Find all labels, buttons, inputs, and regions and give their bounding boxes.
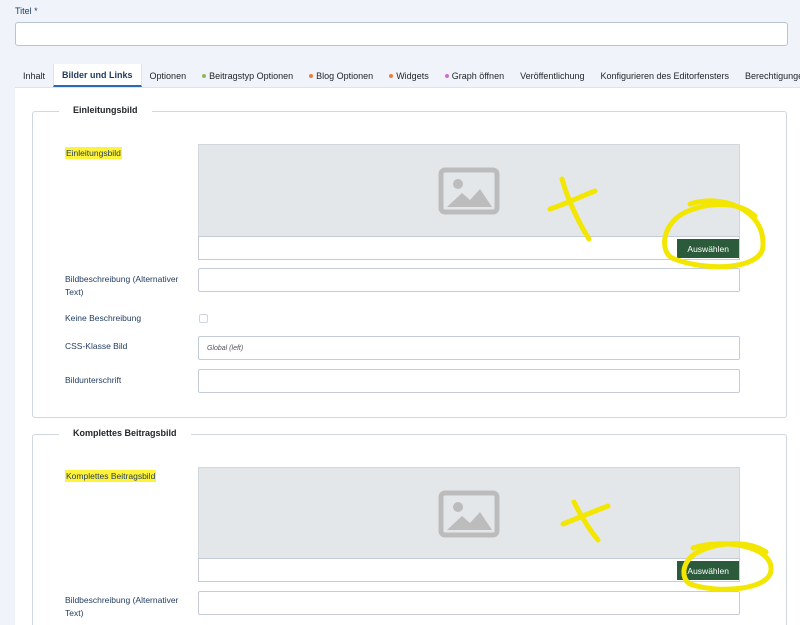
intro-no-desc-label: Keine Beschreibung: [65, 313, 142, 323]
tab-inhalt[interactable]: Inhalt: [15, 64, 53, 87]
tab-label: Widgets: [396, 70, 429, 81]
image-placeholder-icon: [438, 167, 500, 215]
tab-optionen[interactable]: Optionen: [142, 64, 195, 87]
tab-status-dot-icon: [309, 73, 314, 78]
tab-label: Blog Optionen: [316, 70, 374, 81]
tab-label: Graph öffnen: [451, 70, 505, 81]
tab-status-dot-icon: [444, 73, 449, 78]
tab-label: Optionen: [149, 70, 187, 81]
fieldset-full-image: Komplettes Beitragsbild Komplettes Beitr…: [32, 428, 787, 625]
tab-status-dot-icon: [389, 73, 394, 78]
intro-alt-label: Bildbeschreibung (Alternativer Text): [65, 274, 179, 297]
full-alt-input[interactable]: [198, 591, 740, 615]
fieldset-legend: Komplettes Beitragsbild: [59, 428, 191, 438]
full-select-button[interactable]: Auswählen: [677, 561, 739, 580]
intro-select-button[interactable]: Auswählen: [677, 239, 739, 258]
tab-bar: Inhalt Bilder und Links Optionen Beitragsty…: [15, 64, 800, 88]
intro-css-label: CSS-Klasse Bild: [65, 341, 128, 351]
tab-konfigurieren-des-editorfensters[interactable]: Konfigurieren des Editorfensters: [592, 64, 737, 87]
tab-beitragstyp-optionen[interactable]: Beitragstyp Optionen: [194, 64, 301, 87]
tab-label: Beitragstyp Optionen: [209, 70, 294, 81]
intro-image-preview[interactable]: [198, 144, 740, 237]
image-placeholder-icon: [438, 490, 500, 538]
intro-caption-label: Bildunterschrift: [65, 375, 122, 385]
full-image-path-field[interactable]: Auswählen: [198, 558, 740, 582]
intro-image-path-field[interactable]: Auswählen: [198, 236, 740, 260]
tab-label: Berechtigungen: [745, 70, 800, 81]
title-input[interactable]: [15, 22, 788, 46]
full-image-label: Komplettes Beitragsbild: [65, 470, 157, 482]
tab-label: Konfigurieren des Editorfensters: [600, 70, 730, 81]
full-alt-label: Bildbeschreibung (Alternativer Text): [65, 595, 179, 618]
tab-berechtigungen[interactable]: Berechtigungen: [737, 64, 800, 87]
tab-status-dot-icon: [202, 73, 207, 78]
full-image-preview[interactable]: [198, 467, 740, 560]
fieldset-legend: Einleitungsbild: [59, 105, 152, 115]
tab-label: Bilder und Links: [62, 69, 133, 80]
tab-label: Veröffentlichung: [520, 70, 585, 81]
tab-blog-optionen[interactable]: Blog Optionen: [301, 64, 381, 87]
intro-css-input[interactable]: Global (left): [198, 336, 740, 360]
intro-image-label: Einleitungsbild: [65, 147, 122, 159]
tab-widgets[interactable]: Widgets: [381, 64, 437, 87]
intro-no-desc-checkbox[interactable]: [199, 314, 208, 323]
intro-alt-input[interactable]: [198, 268, 740, 292]
tab-bilder-und-links[interactable]: Bilder und Links: [53, 64, 142, 87]
tab-label: Inhalt: [23, 70, 46, 81]
intro-caption-input[interactable]: [198, 369, 740, 393]
tab-veröffentlichung[interactable]: Veröffentlichung: [512, 64, 592, 87]
title-label: Titel *: [15, 6, 38, 16]
tab-graph-öffnen[interactable]: Graph öffnen: [437, 64, 512, 87]
fieldset-intro-image: Einleitungsbild Einleitungsbild Auswähle…: [32, 105, 787, 418]
